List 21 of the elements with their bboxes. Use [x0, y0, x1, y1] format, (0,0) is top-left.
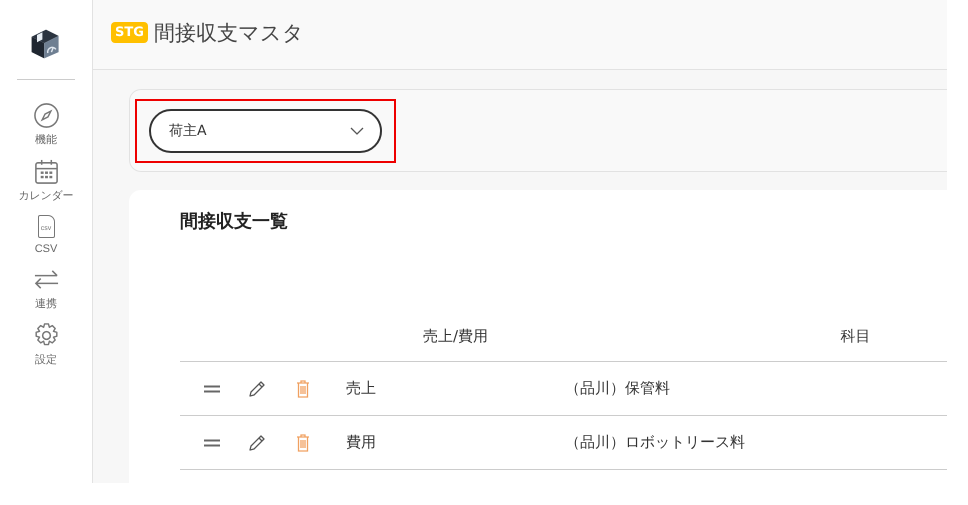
column-header: 売上/費用 [422, 327, 488, 346]
table-cell-text: 売上 [346, 379, 377, 398]
sidebar-item[interactable]: カレンダー [18, 158, 74, 203]
sidebar-item[interactable]: 設定 [32, 322, 60, 367]
sidebar-item[interactable]: 連携 [32, 266, 60, 311]
drag-handle-icon[interactable] [204, 438, 220, 446]
column-header: 科目 [840, 327, 870, 346]
chevron-down-icon [350, 126, 364, 134]
compass-icon [32, 102, 60, 129]
sidebar-item[interactable]: 機能 [32, 102, 60, 147]
list-title: 間接収支一覧 [180, 210, 289, 233]
edit-icon[interactable] [248, 380, 266, 398]
table-cell-text: （品川）ロボットリース料 [565, 433, 746, 452]
drag-handle-icon[interactable] [204, 384, 220, 392]
calendar-icon [32, 158, 60, 185]
edit-icon[interactable] [248, 434, 266, 452]
environment-badge: STG [111, 22, 148, 43]
shipper-select[interactable]: 荷主A [149, 108, 382, 152]
table-cell-text: （品川）保管料 [565, 379, 671, 398]
page-title: 間接収支マスタ [154, 20, 304, 46]
table-cell-text: 費用 [346, 433, 377, 452]
